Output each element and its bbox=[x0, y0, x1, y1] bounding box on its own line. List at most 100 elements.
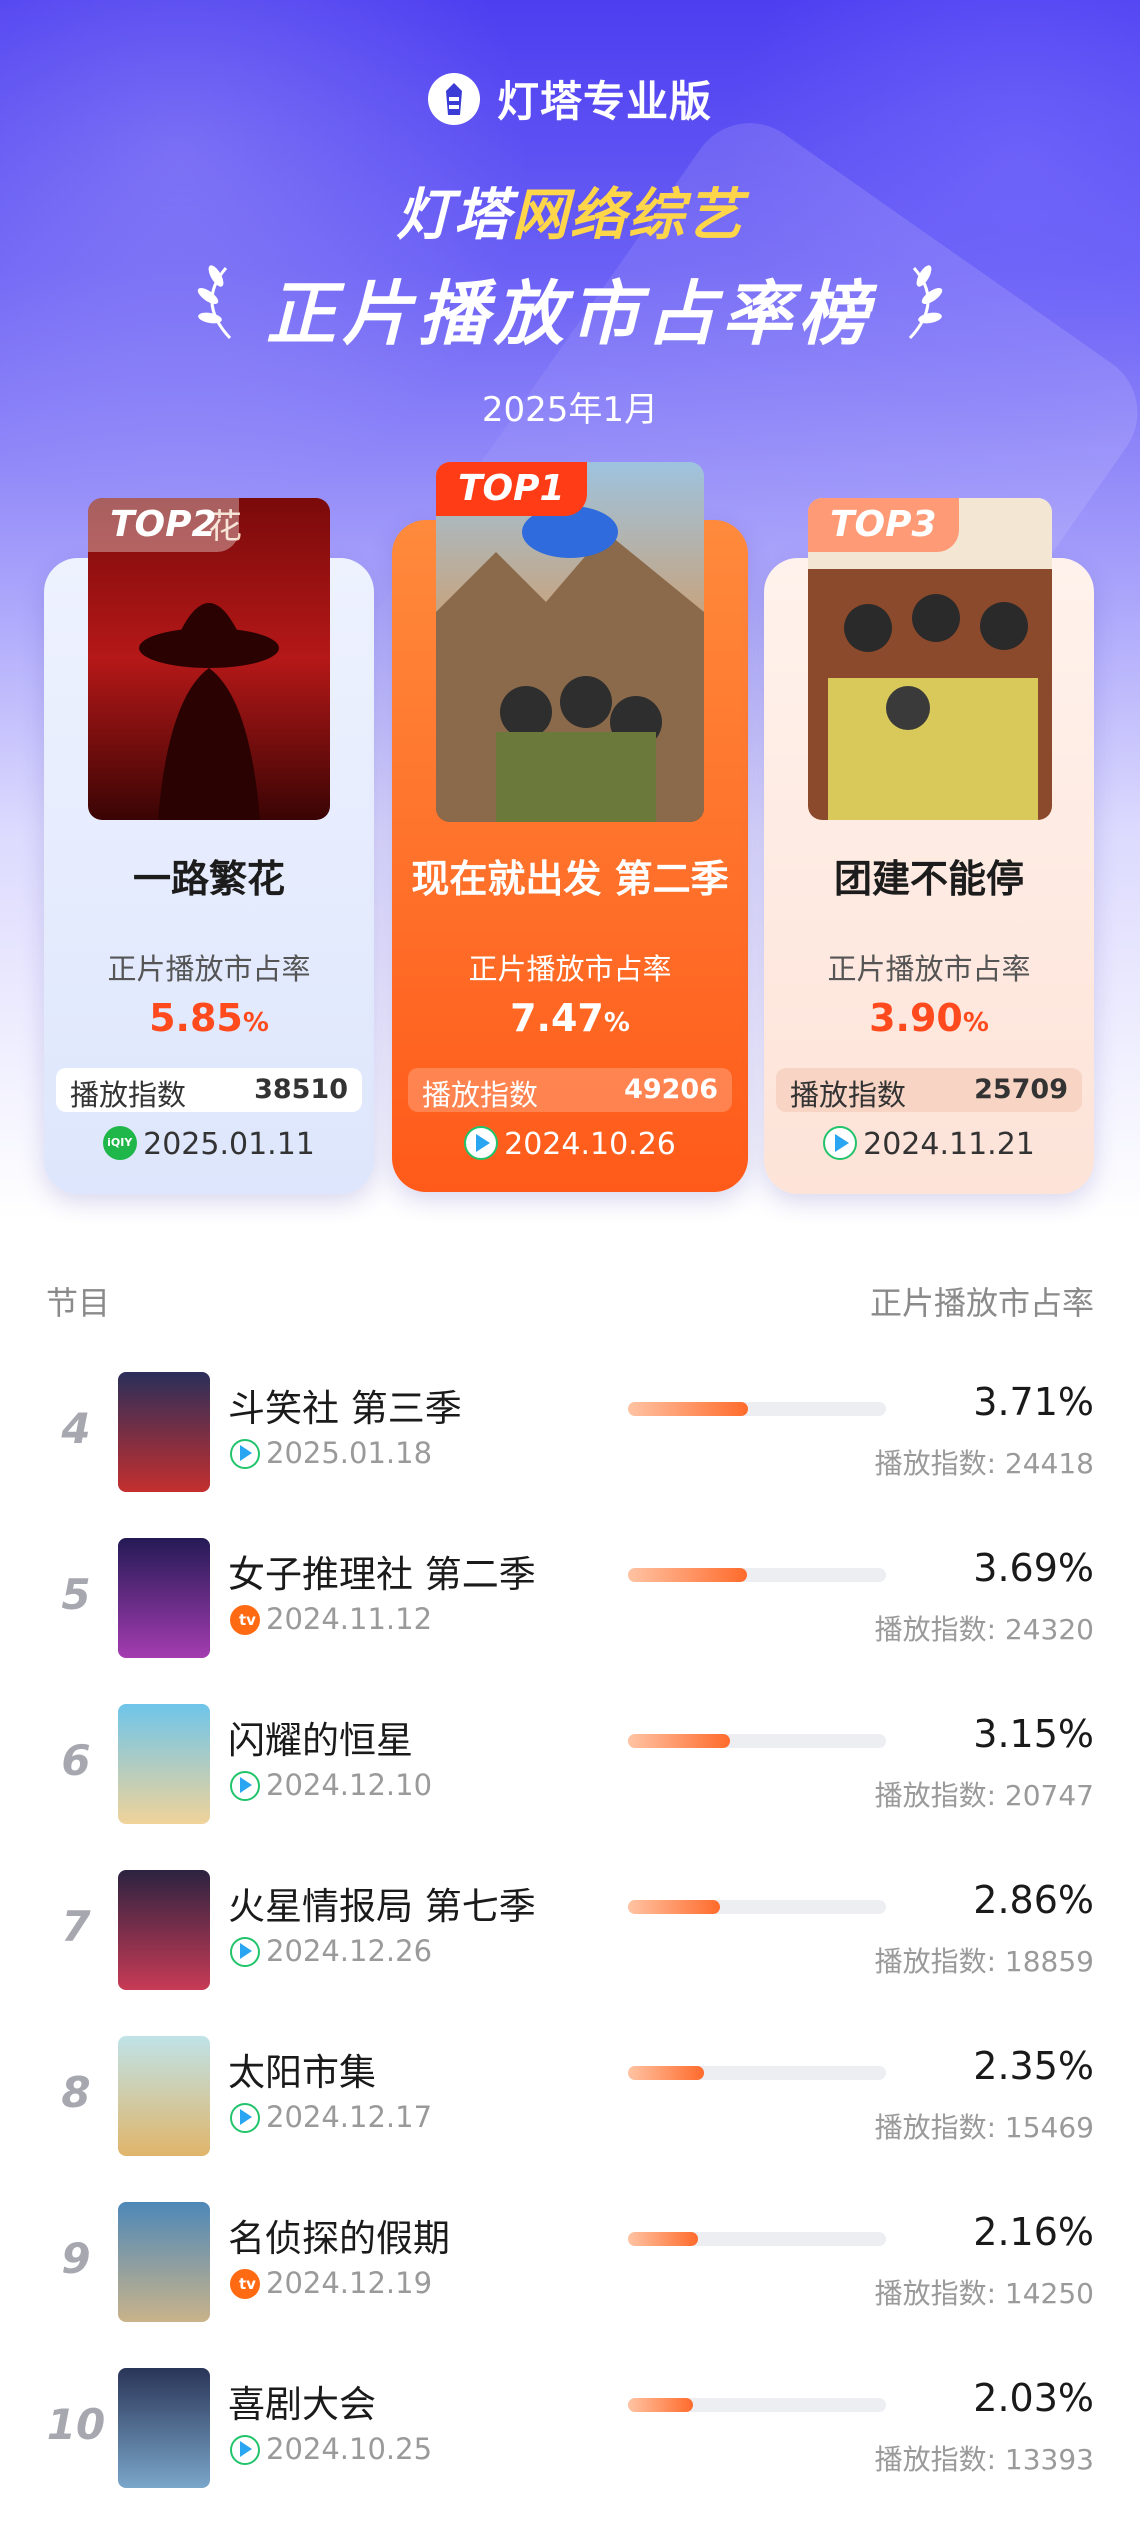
show-name: 斗笑社 第三季 bbox=[228, 1387, 462, 1430]
share-label: 正片播放市占率 bbox=[107, 952, 311, 986]
show-name: 团建不能停 bbox=[833, 857, 1024, 901]
show-thumbnail[interactable] bbox=[118, 2202, 210, 2322]
share-bar-fill bbox=[628, 1734, 730, 1748]
lighthouse-logo-icon bbox=[427, 72, 480, 125]
release-date: 2024.12.10 bbox=[230, 1768, 432, 1802]
share-bar bbox=[628, 2398, 886, 2412]
rank-badge: TOP1 bbox=[436, 462, 587, 516]
tencent-video-icon bbox=[823, 1126, 858, 1160]
share-value: 7.47% bbox=[510, 996, 630, 1040]
share-value: 2.35% bbox=[973, 2044, 1094, 2088]
iqiyi-icon bbox=[103, 1126, 138, 1160]
share-bar bbox=[628, 2232, 886, 2246]
tencent-video-icon bbox=[464, 1126, 499, 1160]
play-index: 播放指数 25709 bbox=[776, 1068, 1082, 1112]
brand-name: 灯塔专业版 bbox=[497, 77, 713, 126]
play-index: 播放指数: 14250 bbox=[874, 2277, 1094, 2310]
share-value: 2.03% bbox=[973, 2376, 1094, 2420]
share-label: 正片播放市占率 bbox=[468, 952, 672, 986]
share-value: 2.16% bbox=[973, 2210, 1094, 2254]
release-date: 2025.01.18 bbox=[230, 1436, 432, 1470]
share-value: 3.15% bbox=[973, 1712, 1094, 1756]
mango-tv-icon bbox=[230, 1605, 260, 1635]
show-thumbnail[interactable] bbox=[118, 2368, 210, 2488]
list-header-program: 节目 bbox=[46, 1284, 111, 1322]
release-date: 2024.10.25 bbox=[230, 2432, 432, 2466]
show-name: 喜剧大会 bbox=[228, 2383, 376, 2426]
share-bar bbox=[628, 1734, 886, 1748]
tencent-video-icon bbox=[230, 1771, 260, 1801]
poster-top3[interactable]: TOP3 bbox=[808, 498, 1052, 820]
play-index: 播放指数: 18859 bbox=[874, 1945, 1094, 1978]
share-bar bbox=[628, 1568, 886, 1582]
share-value: 3.90% bbox=[869, 996, 989, 1040]
list-item[interactable]: 10 喜剧大会 2024.10.25 2.03% 播放指数: 13393 bbox=[0, 2358, 1140, 2524]
release-date: 2024.12.26 bbox=[230, 1934, 432, 1968]
show-name: 火星情报局 第七季 bbox=[228, 1885, 536, 1928]
show-thumbnail[interactable] bbox=[118, 2036, 210, 2156]
tencent-video-icon bbox=[230, 2435, 260, 2465]
list-item[interactable]: 9 名侦探的假期 2024.12.19 2.16% 播放指数: 14250 bbox=[0, 2192, 1140, 2358]
rank-badge: TOP3 bbox=[808, 498, 959, 552]
rank-number: 7 bbox=[61, 1902, 91, 1951]
period-label: 2025年1月 bbox=[481, 390, 659, 430]
tencent-video-icon bbox=[230, 1439, 260, 1469]
release-date: 2024.11.21 bbox=[764, 1126, 1094, 1162]
share-value: 3.69% bbox=[973, 1546, 1094, 1590]
show-name: 现在就出发 第二季 bbox=[411, 857, 729, 901]
rank-number: 6 bbox=[61, 1736, 91, 1785]
show-name: 名侦探的假期 bbox=[228, 2217, 450, 2260]
list-item[interactable]: 6 闪耀的恒星 2024.12.10 3.15% 播放指数: 20747 bbox=[0, 1694, 1140, 1860]
list-item[interactable]: 5 女子推理社 第二季 2024.11.12 3.69% 播放指数: 24320 bbox=[0, 1528, 1140, 1694]
play-index: 播放指数: 15469 bbox=[874, 2111, 1094, 2144]
share-bar-fill bbox=[628, 1900, 720, 1914]
title-category: 网络综艺 bbox=[512, 183, 744, 248]
play-index: 播放指数: 13393 bbox=[874, 2443, 1094, 2476]
poster-top1[interactable]: TOP1 bbox=[436, 462, 704, 822]
play-index: 播放指数: 20747 bbox=[874, 1779, 1094, 1812]
brand: 灯塔专业版 bbox=[0, 68, 1140, 129]
share-bar-fill bbox=[628, 1402, 748, 1416]
show-name: 太阳市集 bbox=[228, 2051, 376, 2094]
share-bar-fill bbox=[628, 2232, 698, 2246]
rank-number: 5 bbox=[61, 1570, 91, 1619]
release-date: 2024.12.17 bbox=[230, 2100, 432, 2134]
page-title: 正片播放市占率榜 bbox=[266, 273, 874, 355]
show-name: 女子推理社 第二季 bbox=[228, 1553, 536, 1596]
list-header-share: 正片播放市占率 bbox=[869, 1284, 1094, 1322]
release-date: 2024.11.12 bbox=[230, 1602, 432, 1636]
poster-top2[interactable]: 花 TOP2 bbox=[88, 498, 330, 820]
release-date: 2025.01.11 bbox=[44, 1126, 374, 1162]
rank-number: 9 bbox=[61, 2234, 91, 2283]
show-thumbnail[interactable] bbox=[118, 1538, 210, 1658]
share-value: 5.85% bbox=[149, 996, 269, 1040]
show-thumbnail[interactable] bbox=[118, 1372, 210, 1492]
list-item[interactable]: 7 火星情报局 第七季 2024.12.26 2.86% 播放指数: 18859 bbox=[0, 1860, 1140, 2026]
share-bar-fill bbox=[628, 1568, 747, 1582]
laurel-right-icon bbox=[908, 265, 943, 340]
play-index: 播放指数 38510 bbox=[56, 1068, 362, 1112]
share-label: 正片播放市占率 bbox=[827, 952, 1031, 986]
rank-badge: TOP2 bbox=[88, 498, 239, 552]
share-bar bbox=[628, 1402, 886, 1416]
show-thumbnail[interactable] bbox=[118, 1704, 210, 1824]
play-index: 播放指数: 24418 bbox=[874, 1447, 1094, 1480]
title-line1: 灯塔网络综艺 bbox=[0, 170, 1140, 251]
play-index: 播放指数: 24320 bbox=[874, 1613, 1094, 1646]
title-prefix: 灯塔 bbox=[396, 183, 512, 248]
share-value: 3.71% bbox=[973, 1380, 1094, 1424]
share-bar-fill bbox=[628, 2398, 693, 2412]
play-index: 播放指数 49206 bbox=[408, 1068, 732, 1112]
youku-icon bbox=[230, 1937, 260, 1967]
show-thumbnail[interactable] bbox=[118, 1870, 210, 1990]
release-date: 2024.10.26 bbox=[392, 1126, 748, 1162]
list-item[interactable]: 4 斗笑社 第三季 2025.01.18 3.71% 播放指数: 24418 bbox=[0, 1362, 1140, 1528]
share-bar bbox=[628, 2066, 886, 2080]
rank-number: 4 bbox=[61, 1404, 91, 1453]
show-name: 闪耀的恒星 bbox=[228, 1719, 413, 1762]
release-date: 2024.12.19 bbox=[230, 2266, 432, 2300]
list-item[interactable]: 8 太阳市集 2024.12.17 2.35% 播放指数: 15469 bbox=[0, 2026, 1140, 2192]
rank-number: 10 bbox=[46, 2400, 106, 2449]
share-bar bbox=[628, 1900, 886, 1914]
tencent-video-icon bbox=[230, 2103, 260, 2133]
